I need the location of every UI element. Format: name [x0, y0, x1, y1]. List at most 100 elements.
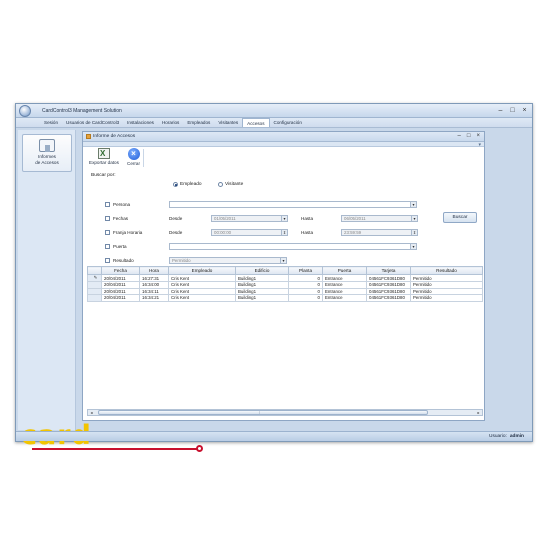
menu-item-horarios[interactable]: Horarios — [158, 118, 183, 127]
window-title: CardControl3 Management Solution — [42, 108, 122, 114]
menu-bar: Sesión Usuarios de CardControl3 Instalac… — [16, 118, 532, 128]
scrollbar-thumb[interactable]: ⁝ — [98, 410, 428, 415]
fecha-desde-input[interactable]: 01/05/2011 ▾ — [211, 215, 288, 222]
column-header-resultado[interactable]: Resultado — [410, 266, 483, 275]
scroll-right-icon[interactable]: ▸ — [475, 410, 482, 415]
puerta-checkbox[interactable] — [105, 244, 110, 249]
calendar-dropdown-icon: ▾ — [411, 216, 417, 221]
table-row[interactable]: 20/04/2011 16:34:21 Cris Kent Building1 … — [87, 294, 483, 302]
fechas-checkbox[interactable] — [105, 216, 110, 221]
cell-edificio: Building1 — [235, 274, 289, 282]
puerta-label: Puerta — [113, 244, 127, 249]
resultado-select[interactable]: Permitido ▾ — [169, 257, 287, 264]
child-window-controls: – □ × — [458, 133, 480, 139]
menu-item-configuracion[interactable]: Configuración — [270, 118, 306, 127]
fecha-desde-value: 01/05/2011 — [214, 216, 236, 221]
column-header-planta[interactable]: Planta — [288, 266, 323, 275]
export-button[interactable]: Exportar datos — [89, 148, 119, 165]
menu-item-instalaciones[interactable]: Instalaciones — [123, 118, 158, 127]
cell-resultado: Permitido — [410, 294, 483, 302]
child-window-title: Informe de Accesos — [93, 134, 136, 139]
cell-tarjeta: 04561FC9361D80 — [366, 281, 411, 289]
horizontal-scrollbar[interactable]: ◂ ⁝ ▸ — [87, 409, 483, 416]
resultado-checkbox[interactable] — [105, 258, 110, 263]
filter-row-persona: Persona ▾ — [83, 200, 484, 209]
maximize-icon[interactable]: □ — [509, 106, 516, 115]
radio-visitante-dot — [218, 182, 223, 187]
franja-checkbox[interactable] — [105, 230, 110, 235]
menu-item-sesion[interactable]: Sesión — [40, 118, 62, 127]
row-selector-header — [87, 266, 102, 275]
child-title-bar: Informe de Accesos – □ × — [83, 132, 484, 142]
radio-visitante[interactable]: Visitante — [218, 182, 243, 187]
cell-fecha: 20/04/2011 — [101, 274, 140, 282]
filter-panel: Buscar por: Empleado Visitante Persona ▾… — [83, 169, 484, 359]
hora-hasta-value: 23:59:59 — [344, 230, 362, 235]
cerrar-label: Cerrar — [127, 161, 141, 166]
table-row[interactable]: ✎ 20/04/2011 16:27:31 Cris Kent Building… — [87, 274, 483, 282]
spinner-icon: ⇕ — [281, 230, 287, 235]
title-bar: CardControl3 Management Solution – □ × — [16, 104, 532, 118]
persona-checkbox[interactable] — [105, 202, 110, 207]
cell-tarjeta: 04561FC9361D80 — [366, 287, 411, 295]
excel-icon — [97, 148, 110, 159]
informes-accesos-button[interactable]: Informes de Accesos — [22, 134, 72, 172]
persona-select[interactable]: ▾ — [169, 201, 417, 208]
column-header-fecha[interactable]: Fecha — [101, 266, 140, 275]
cell-fecha: 20/04/2011 — [101, 294, 140, 302]
column-header-tarjeta[interactable]: Tarjeta — [366, 266, 411, 275]
child-maximize-icon[interactable]: □ — [467, 133, 471, 139]
column-header-edificio[interactable]: Edificio — [235, 266, 289, 275]
menu-item-visitantes[interactable]: Visitantes — [214, 118, 242, 127]
close-window-icon[interactable]: × — [521, 106, 528, 115]
toolbar: Exportar datos × Cerrar — [83, 147, 484, 169]
export-label: Exportar datos — [89, 160, 119, 165]
buscar-por-label: Buscar por: — [91, 173, 116, 178]
filter-row-franja: Franja Horaria Desde 00:00:00 ⇕ Hasta 23… — [83, 228, 484, 237]
close-icon: × — [127, 148, 140, 160]
chevron-down-icon: ▾ — [410, 202, 416, 207]
column-header-empleado[interactable]: Empleado — [168, 266, 236, 275]
cell-edificio: Building1 — [235, 294, 289, 302]
radio-empleado-label: Empleado — [180, 182, 202, 187]
fecha-hasta-input[interactable]: 06/05/2011 ▾ — [341, 215, 418, 222]
edit-row-icon: ✎ — [87, 274, 102, 282]
franja-label: Franja Horaria — [113, 230, 143, 235]
cell-puerta: Entrance — [322, 274, 367, 282]
cell-empleado: Cris Kent — [168, 294, 236, 302]
menu-item-empleados[interactable]: Empleados — [183, 118, 214, 127]
column-header-puerta[interactable]: Puerta — [322, 266, 367, 275]
filter-row-puerta: Puerta ▾ — [83, 242, 484, 251]
buscar-button[interactable]: Buscar — [443, 212, 477, 223]
cell-hora: 16:27:31 — [139, 274, 169, 282]
table-header-row: Fecha Hora Empleado Edificio Planta Puer… — [87, 266, 483, 275]
radio-empleado-dot — [173, 182, 178, 187]
report-icon — [86, 134, 91, 139]
de-accesos-label: de Accesos — [35, 159, 59, 165]
radio-visitante-label: Visitante — [225, 182, 244, 187]
menu-item-usuarios[interactable]: Usuarios de CardControl3 — [62, 118, 123, 127]
hora-desde-input[interactable]: 00:00:00 ⇕ — [211, 229, 288, 236]
hora-hasta-label: Hasta — [301, 230, 314, 235]
persona-label: Persona — [113, 202, 131, 207]
minimize-icon[interactable]: – — [497, 106, 504, 115]
building-icon — [39, 139, 55, 152]
hora-hasta-input[interactable]: 23:59:59 ⇕ — [341, 229, 418, 236]
puerta-select[interactable]: ▾ — [169, 243, 417, 250]
grip-icon: ⁝ — [259, 410, 261, 415]
radio-empleado[interactable]: Empleado — [173, 182, 202, 187]
menu-item-accesos[interactable]: Accesos — [242, 118, 270, 127]
app-menu-orb-icon[interactable] — [19, 105, 31, 117]
toolbar-separator — [143, 149, 144, 167]
cell-hora: 16:34:21 — [139, 294, 169, 302]
fecha-hasta-label: Hasta — [301, 216, 314, 221]
cerrar-button[interactable]: × Cerrar — [127, 148, 140, 166]
cell-resultado: Permitido — [410, 274, 483, 282]
informe-accesos-window: Informe de Accesos – □ × ▾ Exportar dato… — [82, 131, 485, 421]
child-close-icon[interactable]: × — [476, 133, 480, 139]
child-minimize-icon[interactable]: – — [458, 133, 461, 139]
chevron-down-icon: ▾ — [280, 258, 286, 263]
scroll-left-icon[interactable]: ◂ — [88, 410, 95, 415]
hora-desde-value: 00:00:00 — [214, 230, 232, 235]
column-header-hora[interactable]: Hora — [139, 266, 169, 275]
